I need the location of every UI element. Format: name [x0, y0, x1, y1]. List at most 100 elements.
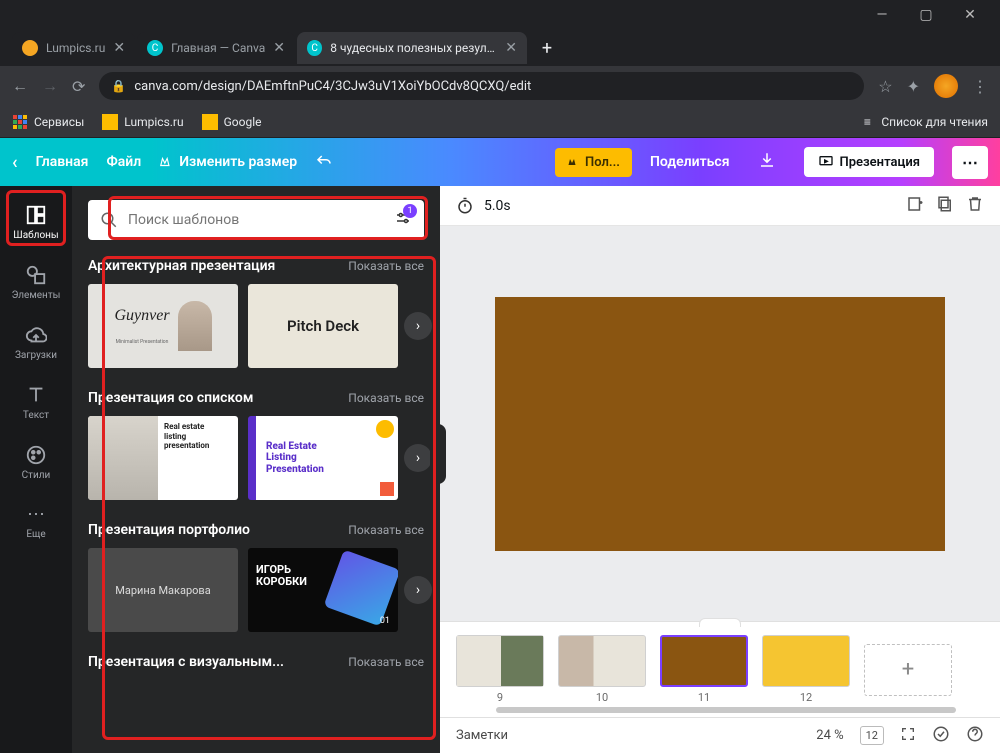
tab-active[interactable]: C 8 чудесных полезных результа ✕: [297, 32, 527, 64]
filmstrip: 9 10 11 12 +: [440, 621, 1000, 717]
download-button[interactable]: [748, 144, 786, 180]
section-title: Презентация с визуальным...: [88, 654, 284, 670]
sidebar-item-uploads[interactable]: Загрузки: [0, 312, 72, 372]
panel-collapse-handle[interactable]: [430, 424, 446, 484]
show-all-link[interactable]: Показать все: [348, 259, 424, 273]
template-card-realestate2[interactable]: Real Estate Listing Presentation: [248, 416, 398, 500]
profile-avatar[interactable]: [934, 74, 958, 98]
forward-button[interactable]: →: [42, 76, 58, 96]
browser-tabs: Lumpics.ru ✕ C Главная — Canva ✕ C 8 чуд…: [0, 30, 1000, 66]
scroll-right-button[interactable]: ›: [404, 576, 432, 604]
add-page-icon[interactable]: [906, 195, 924, 217]
tab-close[interactable]: ✕: [273, 40, 285, 56]
sidebar-item-more[interactable]: ⋯ Еще: [0, 492, 72, 552]
thumbnail-11[interactable]: 11: [660, 635, 748, 704]
templates-icon: [25, 204, 47, 226]
bookmark-services[interactable]: Сервисы: [12, 114, 84, 130]
page-count-badge[interactable]: 12: [860, 726, 884, 745]
template-card-guynver[interactable]: Guynver Minimalist Presentation: [88, 284, 238, 368]
tab-label: Главная — Canva: [171, 41, 265, 55]
timing-value[interactable]: 5.0s: [484, 198, 511, 214]
extensions-icon[interactable]: ✦: [907, 77, 920, 96]
window-minimize[interactable]: —: [860, 0, 904, 30]
tab-close[interactable]: ✕: [113, 40, 125, 56]
share-button[interactable]: Поделиться: [650, 154, 729, 170]
bookmark-google[interactable]: Google: [202, 114, 262, 130]
notes-button[interactable]: Заметки: [456, 728, 508, 743]
filter-badge: 1: [403, 204, 417, 218]
section-visual: Презентация с визуальным... Показать все: [88, 654, 424, 680]
home-button[interactable]: Главная: [36, 154, 89, 170]
lock-icon: 🔒: [111, 79, 126, 93]
sidebar-item-styles[interactable]: Стили: [0, 432, 72, 492]
scroll-right-button[interactable]: ›: [404, 312, 432, 340]
template-card-realestate1[interactable]: Real estate listing presentation: [88, 416, 238, 500]
bookmark-lumpics[interactable]: Lumpics.ru: [102, 114, 183, 130]
help-button[interactable]: [966, 725, 984, 747]
show-all-link[interactable]: Показать все: [348, 523, 424, 537]
tab-close[interactable]: ✕: [505, 40, 517, 56]
undo-icon: [315, 153, 333, 171]
url-field[interactable]: 🔒 canva.com/design/DAEmftnPuC4/3CJw3uV1X…: [99, 72, 864, 100]
canva-topbar: ‹ Главная Файл Изменить размер Пол... По…: [0, 138, 1000, 186]
reading-list-button[interactable]: ≡ Список для чтения: [859, 114, 988, 130]
tab-label: Lumpics.ru: [46, 41, 105, 55]
sidebar-item-templates[interactable]: Шаблоны: [0, 192, 72, 252]
filters-button[interactable]: 1: [394, 209, 412, 231]
template-search[interactable]: 1: [88, 200, 424, 240]
undo-button[interactable]: [315, 153, 333, 171]
tab-canva-home[interactable]: C Главная — Canva ✕: [137, 32, 295, 64]
show-all-link[interactable]: Показать все: [348, 655, 424, 669]
template-card-pitchdeck[interactable]: Pitch Deck: [248, 284, 398, 368]
resize-button[interactable]: Изменить размер: [159, 154, 297, 170]
check-icon[interactable]: [932, 725, 950, 747]
current-slide[interactable]: [495, 297, 945, 551]
uploads-icon: [25, 324, 47, 346]
template-card-marina[interactable]: Марина Макарова: [88, 548, 238, 632]
search-input[interactable]: [128, 212, 384, 228]
filmstrip-scrollbar[interactable]: [456, 707, 800, 715]
template-card-igor[interactable]: ИГОРЬ КОРОБКИ 01: [248, 548, 398, 632]
file-menu[interactable]: Файл: [106, 154, 141, 170]
upgrade-button[interactable]: Пол...: [555, 148, 632, 177]
back-home-button[interactable]: ‹: [12, 152, 18, 173]
crown-icon: [159, 155, 173, 169]
reload-button[interactable]: ⟳: [72, 77, 85, 96]
list-icon: ≡: [859, 114, 875, 130]
thumbnail-10[interactable]: 10: [558, 635, 646, 704]
thumbnail-9[interactable]: 9: [456, 635, 544, 704]
duplicate-icon[interactable]: [936, 195, 954, 217]
window-maximize[interactable]: ▢: [904, 0, 948, 30]
url-text: canva.com/design/DAEmftnPuC4/3CJw3uV1Xoi…: [134, 79, 531, 94]
elements-icon: [25, 264, 47, 286]
sidebar-item-text[interactable]: Текст: [0, 372, 72, 432]
apps-icon: [12, 114, 28, 130]
add-slide-button[interactable]: +: [864, 644, 952, 696]
text-icon: [25, 384, 47, 406]
sidebar-item-elements[interactable]: Элементы: [0, 252, 72, 312]
favicon: [22, 40, 38, 56]
more-menu-button[interactable]: ⋯: [952, 146, 988, 179]
section-architecture: Архитектурная презентация Показать все G…: [88, 258, 424, 368]
thumbnail-12[interactable]: 12: [762, 635, 850, 704]
canvas-body[interactable]: [440, 226, 1000, 621]
zoom-value[interactable]: 24 %: [816, 728, 843, 743]
new-tab-button[interactable]: +: [533, 34, 561, 62]
tab-lumpics[interactable]: Lumpics.ru ✕: [12, 32, 135, 64]
address-bar: ← → ⟳ 🔒 canva.com/design/DAEmftnPuC4/3CJ…: [0, 66, 1000, 106]
section-title: Архитектурная презентация: [88, 258, 275, 274]
section-list: Презентация со списком Показать все Real…: [88, 390, 424, 500]
menu-icon[interactable]: ⋮: [972, 77, 988, 96]
delete-icon[interactable]: [966, 195, 984, 217]
more-icon: ⋯: [27, 504, 45, 525]
back-button[interactable]: ←: [12, 76, 28, 96]
fullscreen-button[interactable]: [900, 726, 916, 746]
present-button[interactable]: Презентация: [804, 147, 935, 177]
window-close[interactable]: ✕: [948, 0, 992, 30]
templates-panel: 1 Архитектурная презентация Показать все…: [72, 186, 440, 753]
scroll-right-button[interactable]: ›: [404, 444, 432, 472]
show-all-link[interactable]: Показать все: [348, 391, 424, 405]
star-icon[interactable]: ☆: [878, 77, 892, 96]
canvas-toolbar: 5.0s: [440, 186, 1000, 226]
folder-icon: [202, 114, 218, 130]
